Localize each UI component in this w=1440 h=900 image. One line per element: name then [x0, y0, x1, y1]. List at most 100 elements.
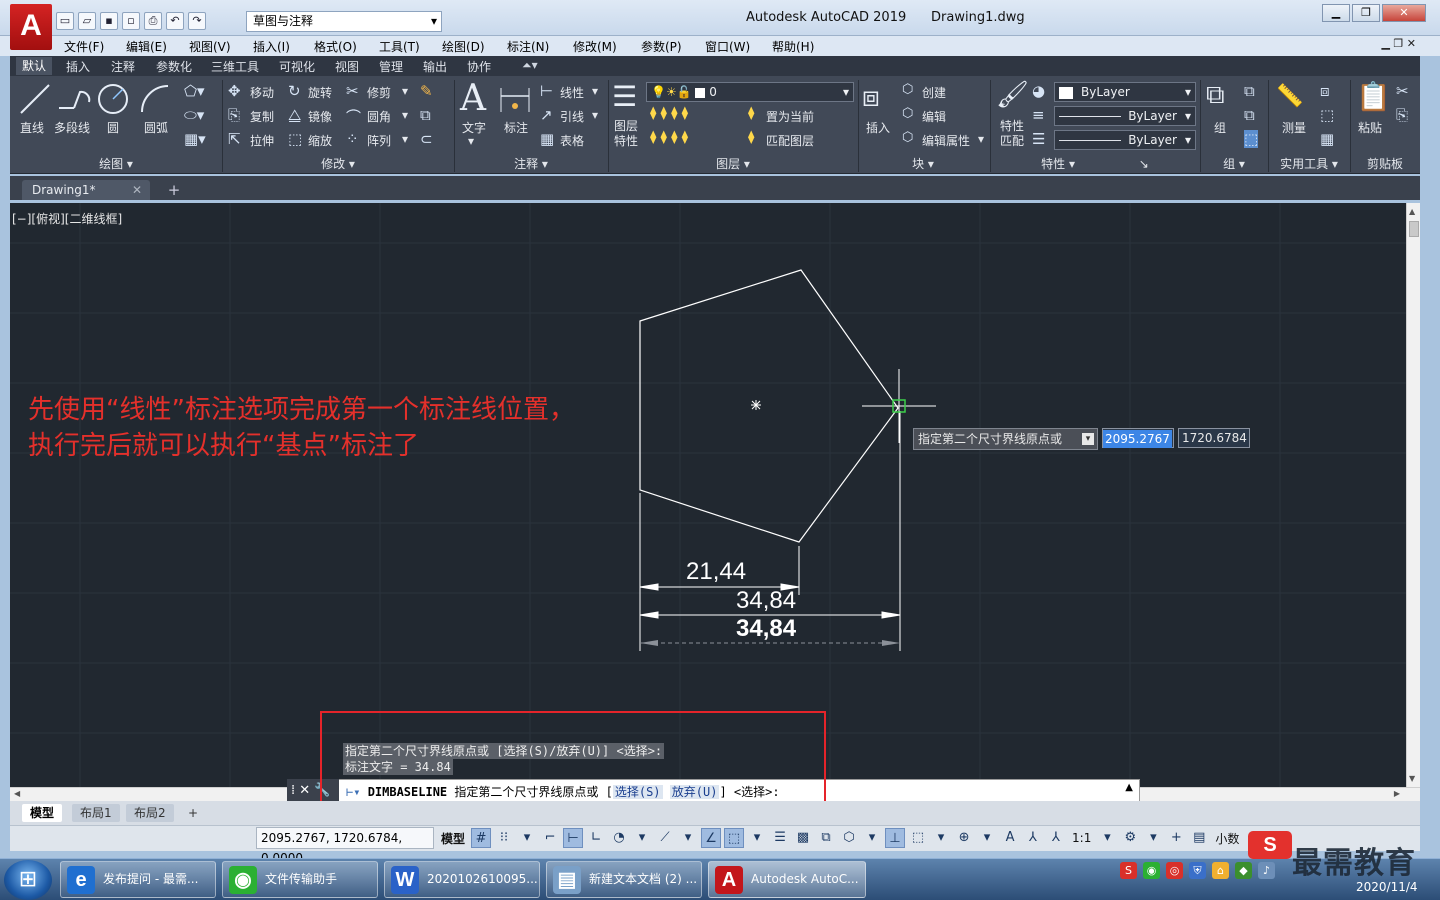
transparency-icon[interactable]: ▩	[793, 828, 813, 848]
chevron-down-icon[interactable]: ▾	[1097, 828, 1117, 848]
add-layout-button[interactable]: +	[180, 804, 206, 822]
object-snap-icon[interactable]: ⬚	[724, 828, 745, 848]
object-snap-tracking-icon[interactable]: ∠	[701, 828, 722, 848]
match-properties-tool[interactable]: 特性匹配	[1000, 119, 1024, 149]
model-space-button[interactable]: 模型	[438, 830, 468, 847]
table-tool[interactable]: 表格	[560, 132, 584, 149]
workspace-dropdown[interactable]: 草图与注释 ▾	[246, 11, 442, 32]
document-tab[interactable]: Drawing1* ✕	[22, 180, 150, 200]
tab-annotate[interactable]: 注释	[111, 58, 135, 75]
tab-model[interactable]: 模型	[22, 804, 63, 822]
polygon-icon[interactable]: ⬠▾	[184, 82, 205, 100]
layer-tools-row1-icon[interactable]: ⧫ ⧫ ⧫ ⧫	[650, 106, 688, 121]
annotation-monitor-icon[interactable]: +	[1166, 828, 1186, 848]
select-all-icon[interactable]: ⬚	[1320, 106, 1334, 124]
viewport-controls[interactable]: [−][俯视][二维线框]	[12, 210, 122, 227]
menu-edit[interactable]: 编辑(E)	[126, 38, 167, 55]
copy-clip-icon[interactable]: ⎘	[1396, 106, 1408, 124]
color-dropdown[interactable]: ByLayer ▾	[1054, 82, 1196, 102]
panel-properties-title[interactable]: 特性 ▾ ↘	[990, 155, 1200, 173]
group-edit-icon[interactable]: ⧉	[1244, 106, 1255, 124]
open-icon[interactable]: ▱	[78, 12, 96, 30]
menu-window[interactable]: 窗口(W)	[705, 38, 750, 55]
drawing-canvas[interactable]: 21,44 34,84 34,84	[10, 203, 1406, 787]
taskbar-item-word[interactable]: W 2020102610095...	[384, 861, 540, 898]
new-tab-button[interactable]: +	[164, 181, 184, 199]
measure-tool[interactable]: 测量	[1282, 119, 1306, 136]
tab-view[interactable]: 视图	[335, 58, 359, 75]
group-select-icon[interactable]: ⬚	[1244, 130, 1259, 148]
dimension-tool[interactable]: 标注	[504, 119, 528, 136]
insert-block-tool[interactable]: 插入	[866, 119, 890, 136]
arc-tool[interactable]: 圆弧	[144, 119, 168, 136]
ellipse-icon[interactable]: ⬭▾	[184, 106, 204, 124]
tab-layout2[interactable]: 布局2	[126, 804, 174, 822]
close-icon[interactable]: ⁞ ✕	[291, 783, 310, 798]
chevron-down-icon[interactable]: ▾	[632, 828, 652, 848]
selection-cycling-icon[interactable]: ⧉	[816, 828, 836, 848]
dynamic-input-x[interactable]: 2095.2767	[1102, 428, 1174, 448]
leader-tool[interactable]: 引线	[560, 108, 584, 125]
panel-layers-title[interactable]: 图层 ▾	[608, 155, 858, 173]
menu-help[interactable]: 帮助(H)	[772, 38, 814, 55]
infer-constraints-icon[interactable]: ⌐	[540, 828, 560, 848]
edit-block-tool[interactable]: 编辑	[922, 108, 946, 125]
tab-layout1[interactable]: 布局1	[72, 804, 120, 822]
auto-scale-icon[interactable]: ⅄	[1023, 828, 1043, 848]
undo-icon[interactable]: ↶	[166, 12, 184, 30]
explode-icon[interactable]: ⧉	[420, 106, 431, 124]
polyline-tool[interactable]: 多段线	[54, 119, 90, 136]
panel-groups-title[interactable]: 组 ▾	[1200, 155, 1268, 173]
arrow-down-icon[interactable]: ▾	[1082, 433, 1094, 445]
pentagon[interactable]	[639, 269, 899, 543]
layer-properties-tool[interactable]: 图层特性	[614, 119, 638, 149]
wechat-tray-icon[interactable]: ◉	[1143, 862, 1160, 879]
lineweight-icon[interactable]: ☰	[770, 828, 790, 848]
quick-select-icon[interactable]: ⧈	[1320, 82, 1330, 100]
polar-icon[interactable]: ◔	[609, 828, 629, 848]
chevron-down-icon[interactable]: ▾	[1143, 828, 1163, 848]
cut-icon[interactable]: ✂	[1396, 82, 1409, 100]
taskbar-item-autocad[interactable]: A Autodesk AutoC...	[708, 861, 866, 898]
dynamic-input-icon[interactable]: ⊢	[563, 828, 584, 848]
shield-icon[interactable]: ⛨	[1189, 862, 1206, 879]
tab-default[interactable]: 默认	[16, 57, 53, 75]
menu-parametric[interactable]: 参数(P)	[641, 38, 682, 55]
weibo-icon[interactable]: ◎	[1166, 862, 1183, 879]
chevron-down-icon[interactable]: ▾	[862, 828, 882, 848]
chevron-down-icon[interactable]: ▾	[517, 828, 537, 848]
autocad-app-menu-button[interactable]: A	[10, 4, 52, 50]
tab-parametric[interactable]: 参数化	[156, 58, 192, 75]
new-icon[interactable]: ▭	[56, 12, 74, 30]
line-tool[interactable]: 直线	[20, 119, 44, 136]
selection-filter-icon[interactable]: ⬚	[908, 828, 928, 848]
menu-format[interactable]: 格式(O)	[314, 38, 357, 55]
linear-dropdown[interactable]: ▾	[592, 84, 598, 98]
ortho-icon[interactable]: ∟	[586, 828, 606, 848]
set-current-tool[interactable]: 置为当前	[766, 108, 814, 125]
panel-clipboard-title[interactable]: 剪贴板	[1350, 155, 1420, 173]
volume-icon[interactable]: ♪	[1258, 862, 1275, 879]
isodraft-icon[interactable]: ⟋	[655, 828, 675, 848]
trim-dropdown[interactable]: ▾	[402, 84, 408, 98]
tab-3d-tools[interactable]: 三维工具	[211, 58, 259, 75]
circle-tool[interactable]: 圆	[107, 119, 119, 136]
tab-insert[interactable]: 插入	[66, 58, 90, 75]
panel-utilities-title[interactable]: 实用工具 ▾	[1268, 155, 1350, 173]
linetype-dropdown[interactable]: ByLayer ▾	[1054, 106, 1196, 126]
taskbar-item-ie[interactable]: e 发布提问 - 最需...	[60, 861, 216, 898]
layer-tools-row2-icon[interactable]: ⧫ ⧫ ⧫ ⧫	[650, 130, 688, 145]
trim-tool[interactable]: 修剪	[367, 84, 391, 101]
rotate-tool[interactable]: 旋转	[308, 84, 332, 101]
start-button[interactable]: ⊞	[4, 860, 52, 900]
redo-icon[interactable]: ↷	[188, 12, 206, 30]
workspace-gear-icon[interactable]: ⚙	[1120, 828, 1140, 848]
lineweight-dropdown[interactable]: ByLayer ▾	[1054, 130, 1196, 150]
close-icon[interactable]: ✕	[132, 180, 142, 200]
coordinate-display[interactable]: 2095.2767, 1720.6784, 0.0000	[256, 827, 434, 865]
nvidia-icon[interactable]: ◆	[1235, 862, 1252, 879]
chevron-down-icon[interactable]: ▾	[931, 828, 951, 848]
vertical-scrollbar[interactable]: ▲ ▼	[1406, 203, 1420, 787]
array-tool[interactable]: 阵列	[367, 132, 391, 149]
mirror-tool[interactable]: 镜像	[308, 108, 332, 125]
